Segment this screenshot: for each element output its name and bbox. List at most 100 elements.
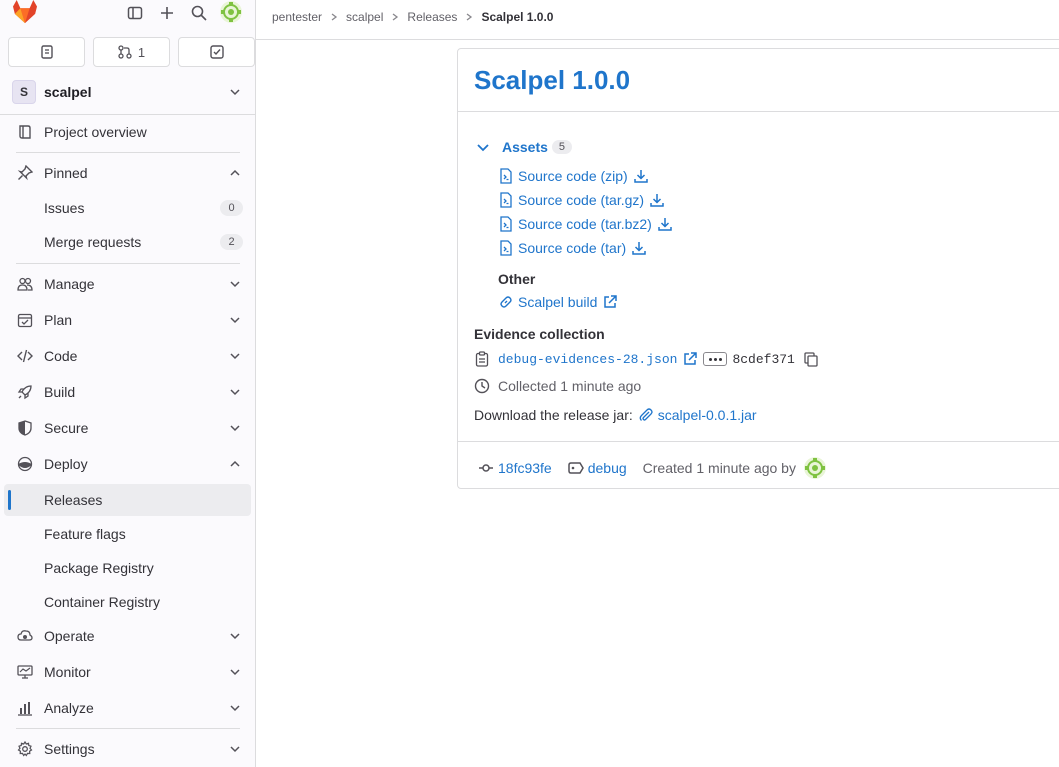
chevron-down-icon bbox=[230, 317, 240, 324]
source-code-tar-link[interactable]: Source code (tar) bbox=[498, 240, 647, 256]
breadcrumb-current[interactable]: Scalpel 1.0.0 bbox=[481, 10, 553, 24]
evidence-collected-text: Collected 1 minute ago bbox=[498, 378, 642, 394]
sidebar-item-label: Manage bbox=[44, 276, 95, 292]
doc-code-icon bbox=[500, 168, 512, 184]
asset-link-label: Scalpel build bbox=[518, 294, 598, 310]
sidebar-item-releases[interactable]: Releases bbox=[4, 484, 251, 516]
release-card-header: Scalpel 1.0.0 bbox=[458, 49, 1059, 112]
tag-link[interactable]: debug bbox=[588, 460, 627, 476]
doc-code-icon bbox=[500, 216, 512, 232]
evidence-file-link[interactable]: debug-evidences-28.json bbox=[498, 352, 677, 367]
sidebar-item-project-overview[interactable]: Project overview bbox=[8, 116, 248, 148]
asset-link-label: Source code (zip) bbox=[518, 168, 628, 184]
assets-toggle[interactable]: Assets 5 bbox=[476, 139, 573, 155]
todo-check-icon bbox=[209, 45, 224, 59]
user-avatar[interactable] bbox=[220, 1, 242, 23]
chevron-down-icon bbox=[230, 353, 240, 360]
chevron-down-icon bbox=[230, 389, 240, 396]
download-icon bbox=[633, 170, 648, 183]
release-footer: 18fc93fe debug Created 1 minute ago by bbox=[478, 457, 826, 479]
sidebar-item-feature-flags[interactable]: Feature flags bbox=[4, 518, 251, 550]
other-assets-heading: Other bbox=[498, 271, 536, 287]
sidebar-item-container-registry[interactable]: Container Registry bbox=[4, 586, 251, 618]
sidebar-item-manage[interactable]: Manage bbox=[8, 268, 248, 300]
search-icon[interactable] bbox=[190, 4, 208, 22]
breadcrumb-releases[interactable]: Releases bbox=[407, 10, 457, 24]
deployments-icon bbox=[16, 455, 34, 473]
sidebar-item-merge-requests[interactable]: Merge requests 2 bbox=[4, 226, 251, 258]
external-link-icon bbox=[604, 295, 618, 308]
assets-label: Assets bbox=[502, 139, 548, 155]
sidebar-item-analyze[interactable]: Analyze bbox=[8, 692, 248, 724]
source-code-tar-gz-link[interactable]: Source code (tar.gz) bbox=[498, 192, 665, 208]
download-jar-text: Download the release jar: bbox=[474, 407, 633, 423]
project-name: scalpel bbox=[44, 84, 92, 100]
sidebar-item-label: Secure bbox=[44, 420, 89, 436]
sidebar-top-bar bbox=[0, 0, 255, 29]
shield-icon bbox=[16, 419, 34, 437]
chevron-down-icon bbox=[477, 144, 489, 152]
sidebar-item-label: Feature flags bbox=[44, 526, 126, 542]
plus-icon[interactable] bbox=[158, 4, 176, 22]
source-code-zip-link[interactable]: Source code (zip) bbox=[498, 168, 649, 184]
external-link-icon[interactable] bbox=[682, 351, 698, 367]
chevron-right-icon bbox=[331, 13, 338, 21]
sidebar-item-label: Container Registry bbox=[44, 594, 160, 610]
breadcrumb-scalpel[interactable]: scalpel bbox=[346, 10, 383, 24]
chevron-down-icon bbox=[230, 705, 240, 712]
scalpel-build-link[interactable]: Scalpel build bbox=[498, 294, 618, 310]
pin-icon bbox=[16, 164, 34, 182]
sidebar-divider bbox=[16, 728, 240, 729]
commit-icon bbox=[479, 464, 493, 472]
sidebar-separator bbox=[0, 114, 255, 115]
chevron-right-icon bbox=[393, 13, 399, 21]
todos-button[interactable] bbox=[178, 37, 255, 67]
sidebar-item-issues[interactable]: Issues 0 bbox=[4, 192, 251, 224]
chevron-down-icon bbox=[230, 89, 240, 96]
chevron-up-icon bbox=[230, 169, 240, 176]
sidebar-item-label: Pinned bbox=[44, 165, 88, 181]
sidebar-item-secure[interactable]: Secure bbox=[8, 412, 248, 444]
sidebar-item-plan[interactable]: Plan bbox=[8, 304, 248, 336]
assigned-issues-button[interactable] bbox=[8, 37, 85, 67]
release-footer-separator bbox=[458, 441, 1059, 442]
jar-file-link[interactable]: scalpel-0.0.1.jar bbox=[658, 407, 757, 423]
chevron-down-icon bbox=[230, 633, 240, 640]
evidence-collection-heading: Evidence collection bbox=[474, 326, 605, 342]
doc-code-icon bbox=[500, 192, 512, 208]
gear-icon bbox=[16, 740, 34, 758]
sidebar-item-settings[interactable]: Settings bbox=[8, 733, 248, 765]
chevron-down-icon bbox=[230, 281, 240, 288]
evidence-collected-row: Collected 1 minute ago bbox=[474, 378, 641, 394]
download-icon bbox=[658, 218, 672, 231]
merge-requests-button[interactable]: 1 bbox=[93, 37, 170, 67]
project-switcher[interactable]: S scalpel bbox=[8, 76, 248, 108]
copy-icon[interactable] bbox=[803, 351, 819, 367]
monitor-icon bbox=[16, 663, 34, 681]
project-avatar: S bbox=[12, 80, 36, 104]
gitlab-logo-icon[interactable] bbox=[11, 0, 39, 24]
created-text: Created 1 minute ago by bbox=[642, 460, 796, 476]
breadcrumb-pentester[interactable]: pentester bbox=[272, 10, 322, 24]
author-avatar[interactable] bbox=[803, 457, 826, 479]
commit-link[interactable]: 18fc93fe bbox=[498, 460, 552, 476]
ellipsis-toggle-button[interactable] bbox=[703, 352, 728, 366]
sidebar-item-package-registry[interactable]: Package Registry bbox=[4, 552, 251, 584]
sidebar-item-build[interactable]: Build bbox=[8, 376, 248, 408]
sidebar-item-pinned[interactable]: Pinned bbox=[8, 157, 248, 189]
sidebar-toggle-icon[interactable] bbox=[126, 4, 144, 22]
sidebar-item-code[interactable]: Code bbox=[8, 340, 248, 372]
asset-link-label: Source code (tar.gz) bbox=[518, 192, 645, 208]
sidebar-item-label: Operate bbox=[44, 628, 95, 644]
sidebar-counts: 1 bbox=[8, 37, 255, 67]
release-title[interactable]: Scalpel 1.0.0 bbox=[474, 65, 630, 96]
sidebar-item-monitor[interactable]: Monitor bbox=[8, 656, 248, 688]
sidebar-item-label: Build bbox=[44, 384, 76, 400]
sidebar-item-label: Monitor bbox=[44, 664, 91, 680]
sidebar-item-operate[interactable]: Operate bbox=[8, 620, 248, 652]
chevron-right-icon bbox=[467, 13, 473, 21]
release-card: Scalpel 1.0.0 Assets 5 Source code (zip)… bbox=[457, 48, 1059, 489]
sidebar-item-deploy[interactable]: Deploy bbox=[8, 448, 248, 480]
source-code-tar-bz2-link[interactable]: Source code (tar.bz2) bbox=[498, 216, 673, 232]
evidence-row: debug-evidences-28.json 8cdef371 bbox=[474, 351, 819, 367]
